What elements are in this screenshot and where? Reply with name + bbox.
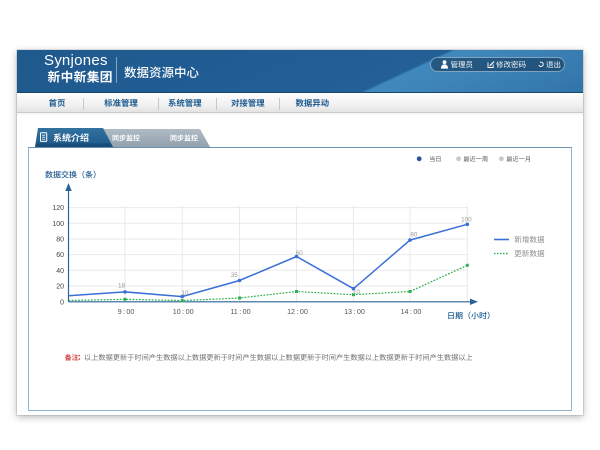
svg-text:100: 100 (52, 221, 64, 228)
svg-text:9 : 00: 9 : 00 (118, 307, 135, 316)
svg-text:14 : 00: 14 : 00 (401, 307, 422, 316)
svg-text:13 : 00: 13 : 00 (344, 307, 365, 316)
svg-text:80: 80 (410, 232, 418, 239)
svg-text:40: 40 (56, 268, 64, 275)
svg-text:60: 60 (296, 250, 304, 257)
svg-text:10: 10 (181, 290, 189, 297)
svg-text:60: 60 (56, 252, 64, 259)
svg-text:11 : 00: 11 : 00 (230, 307, 250, 316)
svg-text:12 : 00: 12 : 00 (287, 307, 308, 316)
svg-text:10 : 00: 10 : 00 (173, 307, 194, 316)
svg-text:10: 10 (353, 289, 361, 296)
svg-text:100: 100 (461, 217, 472, 224)
svg-text:18: 18 (118, 282, 126, 289)
svg-text:0: 0 (60, 299, 64, 306)
svg-text:35: 35 (231, 272, 239, 279)
svg-text:80: 80 (56, 237, 64, 244)
svg-text:120: 120 (52, 205, 64, 212)
svg-text:20: 20 (56, 284, 64, 291)
